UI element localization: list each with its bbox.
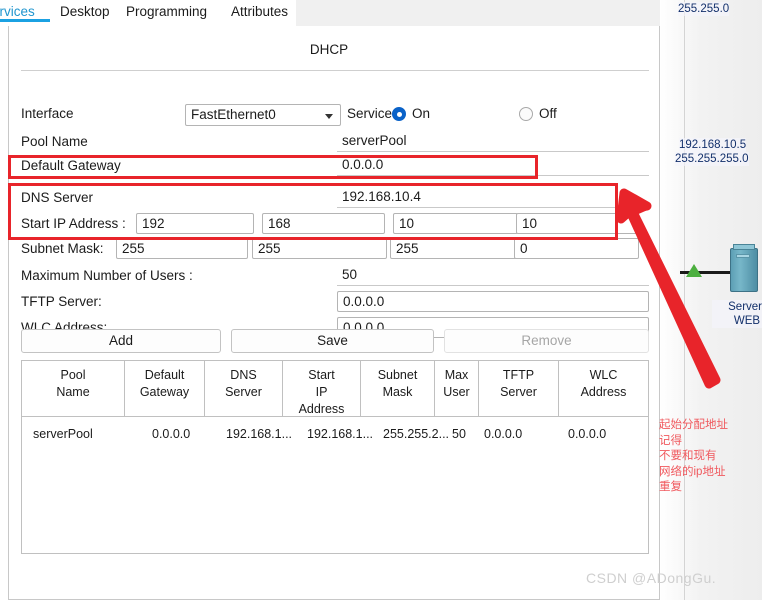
th-max-user: Max User xyxy=(435,361,479,417)
th-start-ip: Start IP Address xyxy=(283,361,361,417)
tab-attributes[interactable]: Attributes xyxy=(231,0,288,26)
dns-server-label: DNS Server xyxy=(21,190,94,205)
cell-default-gateway: 0.0.0.0 xyxy=(152,427,191,441)
dhcp-pool-table: Pool Name Default Gateway DNS Server Sta… xyxy=(21,360,649,554)
radio-on-icon xyxy=(392,107,406,121)
cell-tftp-server: 0.0.0.0 xyxy=(484,427,523,441)
title-divider xyxy=(21,70,649,71)
service-label-wrap: Service xyxy=(347,106,392,121)
th-pool-name: Pool Name xyxy=(22,361,125,417)
interface-select-value: FastEthernet0 xyxy=(191,107,276,122)
cell-subnet-mask: 255.255.2... xyxy=(383,427,450,441)
topology-host-mask: 255.255.255.0 xyxy=(675,152,749,166)
interface-label: Interface xyxy=(21,106,74,121)
dns-server-input[interactable]: 192.168.10.4 xyxy=(337,187,649,208)
topology-mask-top: 255.255.0 xyxy=(678,2,730,16)
tab-services[interactable]: ervices xyxy=(0,0,50,26)
tab-active-underline xyxy=(0,19,50,22)
add-button[interactable]: Add xyxy=(21,329,221,353)
th-tftp-server: TFTP Server xyxy=(479,361,559,417)
server-label: Server- WEB xyxy=(712,300,762,328)
tab-programming-label: Programming xyxy=(126,4,208,19)
subnet-mask-label: Subnet Mask: xyxy=(21,241,104,256)
tab-desktop-label: Desktop xyxy=(60,4,110,19)
th-subnet-mask: Subnet Mask xyxy=(361,361,435,417)
tab-desktop[interactable]: Desktop xyxy=(60,0,110,26)
topology-pane: 255.255.0 192.168.10.5 255.255.255.0 Ser… xyxy=(660,0,762,600)
start-ip-octet-3[interactable]: 10 xyxy=(393,213,518,234)
subnet-mask-octet-2[interactable]: 255 xyxy=(252,238,387,259)
default-gateway-input[interactable]: 0.0.0.0 xyxy=(337,155,649,176)
th-default-gateway: Default Gateway xyxy=(125,361,205,417)
screen-root: ervices Desktop Programming Attributes D… xyxy=(0,0,762,600)
interface-select[interactable]: FastEthernet0 xyxy=(185,104,341,126)
service-off-radio[interactable]: Off xyxy=(519,106,557,121)
subnet-mask-octet-3[interactable]: 255 xyxy=(390,238,520,259)
tab-services-label: ervices xyxy=(0,4,35,19)
table-header-row: Pool Name Default Gateway DNS Server Sta… xyxy=(22,361,648,417)
start-ip-octet-2[interactable]: 168 xyxy=(262,213,385,234)
server-icon-top xyxy=(733,244,755,250)
default-gateway-label: Default Gateway xyxy=(21,158,121,173)
th-dns-server: DNS Server xyxy=(205,361,283,417)
th-wlc-address: WLC Address xyxy=(580,368,627,399)
start-ip-label: Start IP Address : xyxy=(21,216,126,231)
topology-host-ip: 192.168.10.5 xyxy=(679,138,747,152)
save-button[interactable]: Save xyxy=(231,329,434,353)
watermark: CSDN @ADongGu. xyxy=(586,570,717,586)
server-icon-slot xyxy=(736,254,750,258)
subnet-mask-octet-1[interactable]: 255 xyxy=(116,238,248,259)
subnet-mask-octet-4[interactable]: 0 xyxy=(514,238,639,259)
pane-divider xyxy=(684,0,685,600)
dhcp-panel: DHCP Interface FastEthernet0 Service On … xyxy=(8,26,660,600)
radio-off-icon xyxy=(519,107,533,121)
cell-max-user: 50 xyxy=(452,427,466,441)
pool-name-label: Pool Name xyxy=(21,134,88,149)
connection-status-icon xyxy=(686,264,702,277)
start-ip-octet-1[interactable]: 192 xyxy=(136,213,254,234)
service-on-label: On xyxy=(412,106,431,121)
cell-wlc-address: 0.0.0.0 xyxy=(568,427,607,441)
tab-attributes-label: Attributes xyxy=(231,4,289,19)
tftp-server-input[interactable]: 0.0.0.0 xyxy=(337,291,649,312)
max-users-label: Maximum Number of Users : xyxy=(21,268,193,283)
cell-dns-server: 192.168.1... xyxy=(226,427,293,441)
tftp-server-label: TFTP Server: xyxy=(21,294,102,309)
service-off-label: Off xyxy=(539,106,557,121)
service-label: Service xyxy=(347,106,393,121)
remove-button: Remove xyxy=(444,329,649,353)
tab-bar-filler xyxy=(296,0,660,26)
annotation-note: 起始分配地址 记得 不要和现有 网络的ip地址 重复 xyxy=(659,419,728,493)
tab-bar: ervices Desktop Programming Attributes xyxy=(0,0,660,26)
max-users-input[interactable]: 50 xyxy=(337,265,649,286)
service-on-radio[interactable]: On xyxy=(392,106,430,121)
tab-programming[interactable]: Programming xyxy=(126,0,207,26)
page-title: DHCP xyxy=(309,42,349,57)
cell-pool-name: serverPool xyxy=(33,427,93,441)
pool-name-input[interactable]: serverPool xyxy=(337,131,649,152)
cell-start-ip: 192.168.1... xyxy=(307,427,374,441)
chevron-down-icon xyxy=(325,114,333,119)
start-ip-octet-4[interactable]: 10 xyxy=(516,213,639,234)
